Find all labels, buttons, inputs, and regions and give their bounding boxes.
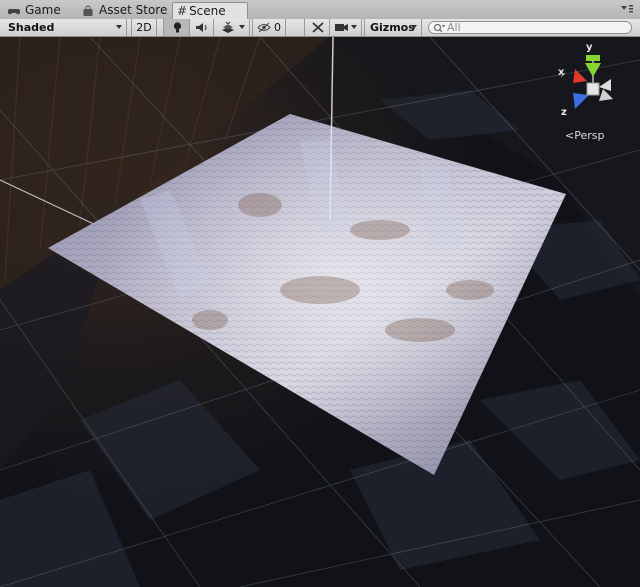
lighting-toggle[interactable]	[163, 19, 190, 36]
window-menu-icon[interactable]	[620, 4, 634, 14]
tools-toggle[interactable]	[304, 19, 330, 36]
window-tab-bar: Game Asset Store # Scene	[0, 0, 640, 20]
chevron-down-icon	[116, 25, 122, 29]
scene-viewport[interactable]: y x z <Persp	[0, 37, 640, 587]
y-axis-cone-icon[interactable]	[585, 63, 601, 77]
scene-toolbar: Shaded 2D 0 Gizmos All	[0, 19, 640, 37]
effects-stack-icon	[222, 21, 234, 33]
gizmos-label: Gizmos	[370, 21, 415, 34]
scene-search-input[interactable]: All	[428, 21, 632, 34]
chevron-down-icon	[239, 25, 245, 29]
2d-mode-toggle[interactable]: 2D	[131, 19, 157, 36]
draw-mode-dropdown[interactable]: Shaded	[0, 19, 127, 36]
chevron-left-icon: <	[565, 129, 575, 142]
camera-icon	[335, 24, 348, 31]
tab-label: Asset Store	[99, 3, 168, 17]
projection-toggle[interactable]: <Persp	[565, 129, 604, 142]
tab-label: Game	[25, 3, 61, 17]
search-icon	[433, 23, 445, 33]
gizmo-z-label: z	[561, 107, 567, 118]
search-placeholder: All	[447, 21, 461, 34]
grid-hash-icon: #	[177, 4, 188, 18]
tab-scene[interactable]: # Scene	[172, 2, 248, 20]
x-axis-cone-icon[interactable]	[573, 69, 587, 83]
projection-label: Persp	[574, 129, 605, 142]
eye-slash-icon	[257, 22, 271, 33]
scene-render	[0, 37, 640, 587]
tools-icon	[312, 22, 324, 33]
hidden-objects-toggle[interactable]: 0	[252, 19, 286, 36]
gizmos-dropdown[interactable]: Gizmos	[364, 19, 422, 36]
game-controller-icon	[8, 8, 20, 14]
2d-mode-label: 2D	[136, 21, 152, 34]
store-bag-icon	[83, 5, 93, 16]
speaker-icon	[196, 23, 207, 32]
draw-mode-value: Shaded	[8, 21, 55, 34]
chevron-down-icon	[411, 25, 417, 29]
chevron-down-icon	[351, 25, 357, 29]
audio-toggle[interactable]	[190, 19, 214, 36]
tab-label: Scene	[189, 4, 226, 18]
camera-dropdown[interactable]	[330, 19, 362, 36]
tab-asset-store[interactable]: Asset Store	[78, 2, 167, 19]
tab-game[interactable]: Game	[4, 2, 61, 19]
lightbulb-icon	[173, 22, 182, 33]
effects-dropdown[interactable]	[214, 19, 250, 36]
gizmo-x-label: x	[558, 67, 565, 78]
gizmo-y-label: y	[586, 42, 593, 53]
hidden-count: 0	[274, 21, 281, 34]
